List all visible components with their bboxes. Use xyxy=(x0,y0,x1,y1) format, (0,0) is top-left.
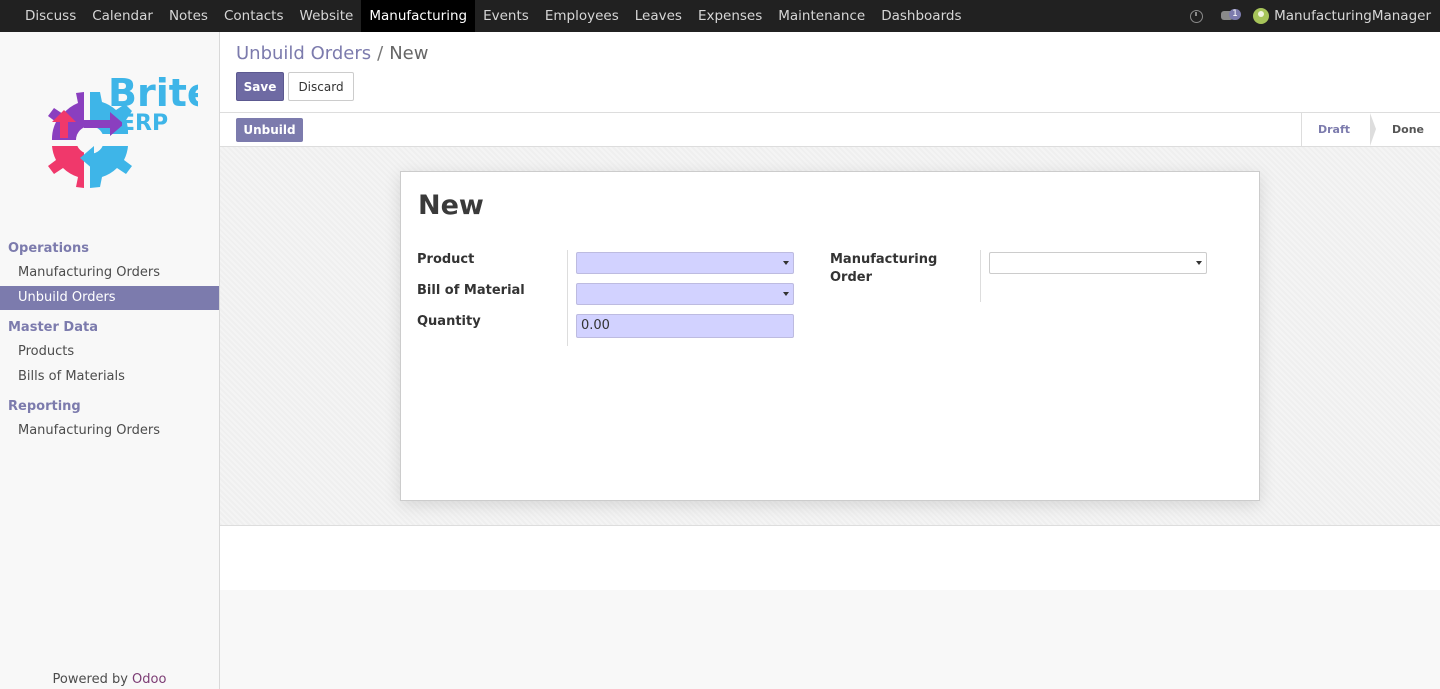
stage-done[interactable]: Done xyxy=(1370,113,1440,146)
chat-icon[interactable]: 1 xyxy=(1221,9,1241,23)
avatar[interactable] xyxy=(1253,8,1270,24)
chevron-down-icon xyxy=(1196,261,1202,265)
chevron-down-icon xyxy=(783,292,789,296)
manufacturing-order-label: Manufacturing Order xyxy=(830,251,937,287)
save-button[interactable]: Save xyxy=(236,72,284,101)
user-menu[interactable]: ManufacturingManager xyxy=(1274,8,1431,24)
clock-icon[interactable] xyxy=(1190,9,1204,23)
manufacturing-order-select[interactable] xyxy=(989,252,1207,274)
menu-website[interactable]: Website xyxy=(292,0,362,32)
stage-draft[interactable]: Draft xyxy=(1302,113,1377,146)
sidebar-item-manufacturing-orders[interactable]: Manufacturing Orders xyxy=(0,261,219,285)
logo-text-brite: Brite xyxy=(108,72,198,115)
top-navbar: Discuss Calendar Notes Contacts Website … xyxy=(0,0,1440,32)
bom-label: Bill of Material xyxy=(417,283,525,298)
brite-erp-logo: Brite ERP xyxy=(48,72,198,188)
quantity-input[interactable]: 0.00 xyxy=(576,314,794,338)
sidebar: Brite ERP Operations Manufacturing Order… xyxy=(0,32,220,689)
quantity-label: Quantity xyxy=(417,314,481,329)
product-label: Product xyxy=(417,252,475,267)
breadcrumb-parent[interactable]: Unbuild Orders xyxy=(236,43,371,64)
powered-by: Powered by Odoo xyxy=(0,672,219,687)
menu-maintenance[interactable]: Maintenance xyxy=(770,0,873,32)
chevron-down-icon xyxy=(783,261,789,265)
section-operations: Operations xyxy=(8,241,89,256)
menu-leaves[interactable]: Leaves xyxy=(627,0,690,32)
record-title: New xyxy=(418,190,484,221)
manufacturing-order-label-line1: Manufacturing xyxy=(830,252,938,267)
bom-select[interactable] xyxy=(576,283,794,305)
unbuild-button[interactable]: Unbuild xyxy=(236,118,303,142)
logo-text-erp: ERP xyxy=(120,111,168,136)
manufacturing-order-label-line2: Order xyxy=(830,270,872,285)
menu-events[interactable]: Events xyxy=(475,0,537,32)
discard-button[interactable]: Discard xyxy=(288,72,354,101)
systray: 1 ManufacturingManager xyxy=(1190,0,1440,32)
label-divider-right xyxy=(980,250,981,302)
menu-employees[interactable]: Employees xyxy=(537,0,627,32)
section-master-data: Master Data xyxy=(8,320,98,335)
stage-pipeline: Draft Done xyxy=(1300,113,1440,146)
odoo-link[interactable]: Odoo xyxy=(132,672,166,687)
menu-discuss[interactable]: Discuss xyxy=(17,0,84,32)
sidebar-item-bills-of-materials[interactable]: Bills of Materials xyxy=(0,365,219,389)
menu-calendar[interactable]: Calendar xyxy=(84,0,161,32)
menu-notes[interactable]: Notes xyxy=(161,0,216,32)
sidebar-item-unbuild-orders[interactable]: Unbuild Orders xyxy=(0,286,219,310)
app-menu: Discuss Calendar Notes Contacts Website … xyxy=(0,0,970,32)
chatter-area xyxy=(220,590,1440,689)
menu-manufacturing[interactable]: Manufacturing xyxy=(361,0,476,32)
form-sheet: New Product Bill of Material Quantity 0.… xyxy=(400,171,1260,501)
powered-prefix: Powered by xyxy=(52,672,133,687)
breadcrumb-separator: / xyxy=(377,43,384,64)
menu-contacts[interactable]: Contacts xyxy=(216,0,292,32)
breadcrumb-current: New xyxy=(389,43,429,64)
sidebar-item-products[interactable]: Products xyxy=(0,340,219,364)
menu-expenses[interactable]: Expenses xyxy=(690,0,770,32)
section-reporting: Reporting xyxy=(8,399,81,414)
main-content: Unbuild Orders / New Save Discard Unbuild … xyxy=(220,32,1440,689)
breadcrumb: Unbuild Orders / New xyxy=(236,43,428,64)
sidebar-item-reporting-manufacturing-orders[interactable]: Manufacturing Orders xyxy=(0,419,219,443)
chat-badge: 1 xyxy=(1229,9,1241,20)
status-bar: Unbuild Draft Done xyxy=(220,112,1440,147)
label-divider xyxy=(567,250,568,346)
product-select[interactable] xyxy=(576,252,794,274)
menu-dashboards[interactable]: Dashboards xyxy=(873,0,969,32)
